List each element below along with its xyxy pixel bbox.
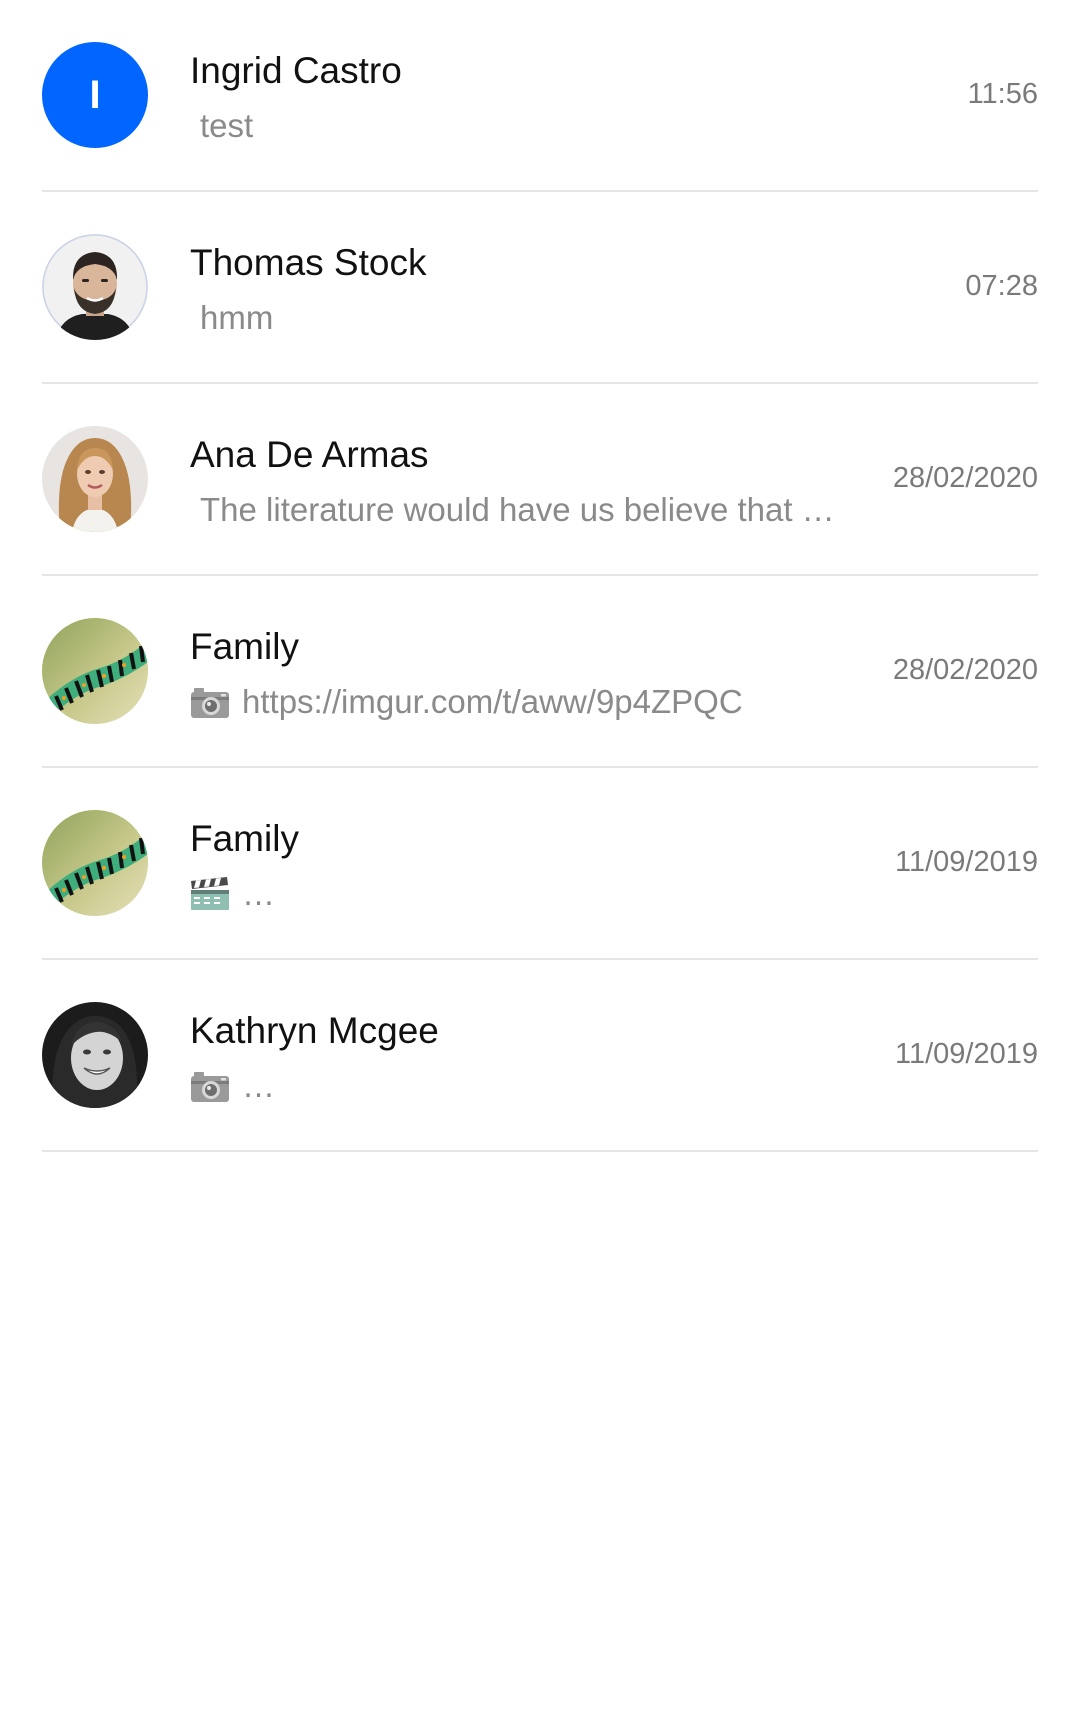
chat-preview-text: … — [242, 875, 275, 912]
camera-icon — [190, 685, 230, 719]
caterpillar-photo — [42, 618, 148, 724]
avatar — [42, 1002, 148, 1108]
chat-row-ana-de-armas[interactable]: Ana De Armas The literature would have u… — [42, 384, 1038, 576]
chat-time: 11:56 — [967, 78, 1038, 110]
avatar-initial: I — [89, 72, 101, 117]
chat-preview: hmm — [190, 296, 850, 340]
chat-row-ingrid-castro[interactable]: I Ingrid Castro test 11:56 — [42, 0, 1038, 192]
avatar — [42, 426, 148, 532]
chat-name: Family — [190, 818, 299, 859]
avatar — [42, 810, 148, 916]
chat-list: I Ingrid Castro test 11:56 Thomas Stock — [0, 0, 1080, 1152]
caterpillar-photo — [42, 810, 148, 916]
camera-icon — [190, 1069, 230, 1103]
chat-preview-text: hmm — [200, 299, 274, 336]
chat-time: 07:28 — [965, 270, 1038, 302]
chat-row-family-video[interactable]: Family … 11/09/2019 — [42, 768, 1038, 960]
chat-row-thomas-stock[interactable]: Thomas Stock hmm 07:28 — [42, 192, 1038, 384]
chat-name: Ingrid Castro — [190, 50, 402, 91]
chat-name: Family — [190, 626, 299, 667]
chat-name: Kathryn Mcgee — [190, 1010, 439, 1051]
chat-preview-text: https://imgur.com/t/aww/9p4ZPQC — [242, 683, 743, 720]
chat-row-family[interactable]: Family https://imgur.com/t/aww/9p4ZPQC 2… — [42, 576, 1038, 768]
chat-preview: test — [190, 104, 850, 148]
man-with-beard-photo — [42, 234, 148, 340]
chat-time: 11/09/2019 — [895, 846, 1038, 878]
chat-name: Thomas Stock — [190, 242, 427, 283]
chat-preview: … — [190, 872, 850, 916]
clapperboard-icon — [190, 877, 230, 911]
chat-preview-text: test — [200, 107, 254, 144]
chat-row-kathryn-mcgee[interactable]: Kathryn Mcgee … 11/09/2019 — [42, 960, 1038, 1152]
chat-time: 11/09/2019 — [895, 1038, 1038, 1070]
woman-blonde-hair-photo — [42, 426, 148, 532]
avatar — [42, 234, 148, 340]
avatar — [42, 618, 148, 724]
woman-smiling-bw-photo — [42, 1002, 148, 1108]
chat-preview: The literature would have us believe tha… — [190, 488, 850, 532]
chat-time: 28/02/2020 — [892, 654, 1038, 686]
chat-preview: https://imgur.com/t/aww/9p4ZPQC — [190, 680, 850, 724]
chat-preview-text: The literature would have us believe tha… — [200, 491, 835, 528]
avatar: I — [42, 42, 148, 148]
chat-preview: … — [190, 1064, 850, 1108]
chat-name: Ana De Armas — [190, 434, 429, 475]
chat-time: 28/02/2020 — [892, 462, 1038, 494]
chat-preview-text: … — [242, 1067, 275, 1104]
